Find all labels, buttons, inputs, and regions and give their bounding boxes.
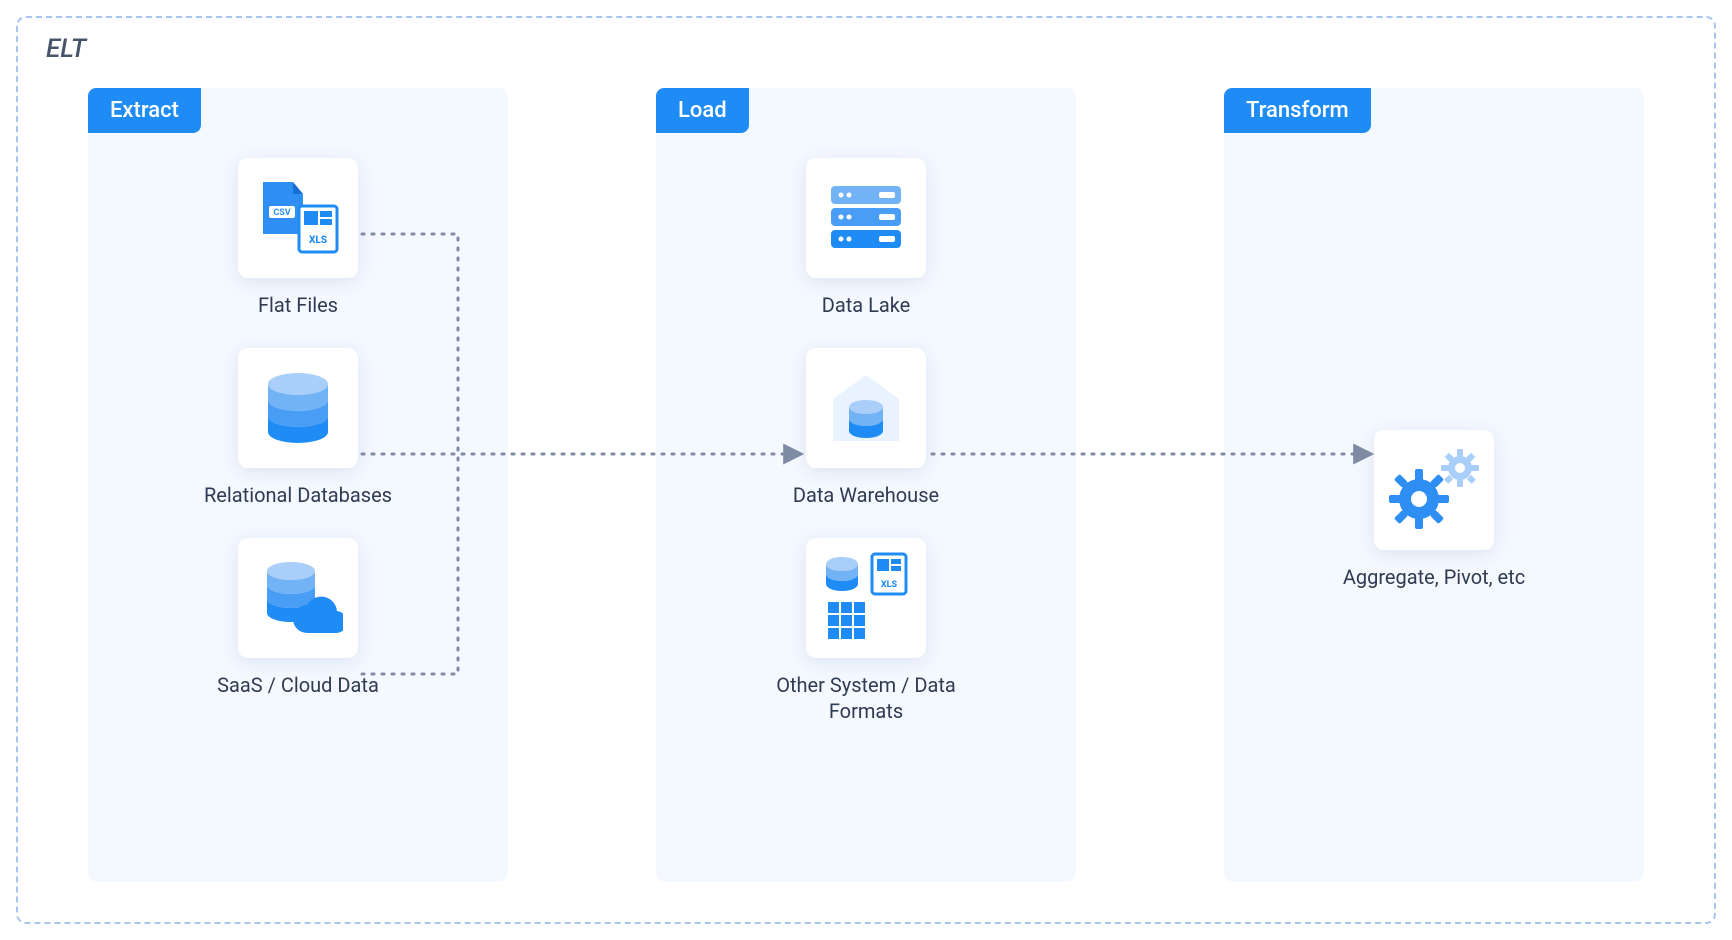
node-label: Data Warehouse bbox=[793, 482, 939, 508]
node-relational-databases: Relational Databases bbox=[204, 348, 392, 508]
node-data-warehouse: Data Warehouse bbox=[793, 348, 939, 508]
node-data-lake: Data Lake bbox=[806, 158, 926, 318]
mixed-formats-icon: XLS bbox=[806, 538, 926, 658]
panel-transform-label: Transform bbox=[1224, 88, 1371, 133]
node-flat-files: CSV XLS Flat Files bbox=[238, 158, 358, 318]
csv-xls-file-icon: CSV XLS bbox=[238, 158, 358, 278]
diagram-title: ELT bbox=[46, 34, 86, 64]
panels-row: Extract CSV bbox=[88, 88, 1644, 882]
elt-diagram-frame: ELT Extract CSV bbox=[16, 16, 1716, 924]
warehouse-icon bbox=[806, 348, 926, 468]
node-aggregate-pivot: Aggregate, Pivot, etc bbox=[1343, 430, 1525, 590]
node-other-formats: XLS bbox=[766, 538, 966, 724]
server-stack-icon bbox=[806, 158, 926, 278]
svg-text:XLS: XLS bbox=[881, 580, 898, 590]
panel-extract-label: Extract bbox=[88, 88, 201, 133]
node-saas-cloud-data: SaaS / Cloud Data bbox=[217, 538, 379, 698]
panel-load-content: Data Lake Data Warehouse bbox=[656, 158, 1076, 862]
node-label: Flat Files bbox=[258, 292, 338, 318]
svg-text:CSV: CSV bbox=[273, 208, 290, 218]
database-icon bbox=[238, 348, 358, 468]
node-label: Relational Databases bbox=[204, 482, 392, 508]
database-cloud-icon bbox=[238, 538, 358, 658]
panel-transform: Transform bbox=[1224, 88, 1644, 882]
panel-load-label: Load bbox=[656, 88, 749, 133]
node-label: Aggregate, Pivot, etc bbox=[1343, 564, 1525, 590]
node-label: SaaS / Cloud Data bbox=[217, 672, 379, 698]
panel-load: Load bbox=[656, 88, 1076, 882]
panel-extract: Extract CSV bbox=[88, 88, 508, 882]
panel-transform-content: Aggregate, Pivot, etc bbox=[1224, 158, 1644, 862]
node-label: Data Lake bbox=[822, 292, 911, 318]
panel-extract-content: CSV XLS Flat Files bbox=[88, 158, 508, 862]
gears-icon bbox=[1374, 430, 1494, 550]
node-label: Other System / Data Formats bbox=[766, 672, 966, 724]
svg-text:XLS: XLS bbox=[309, 235, 327, 246]
